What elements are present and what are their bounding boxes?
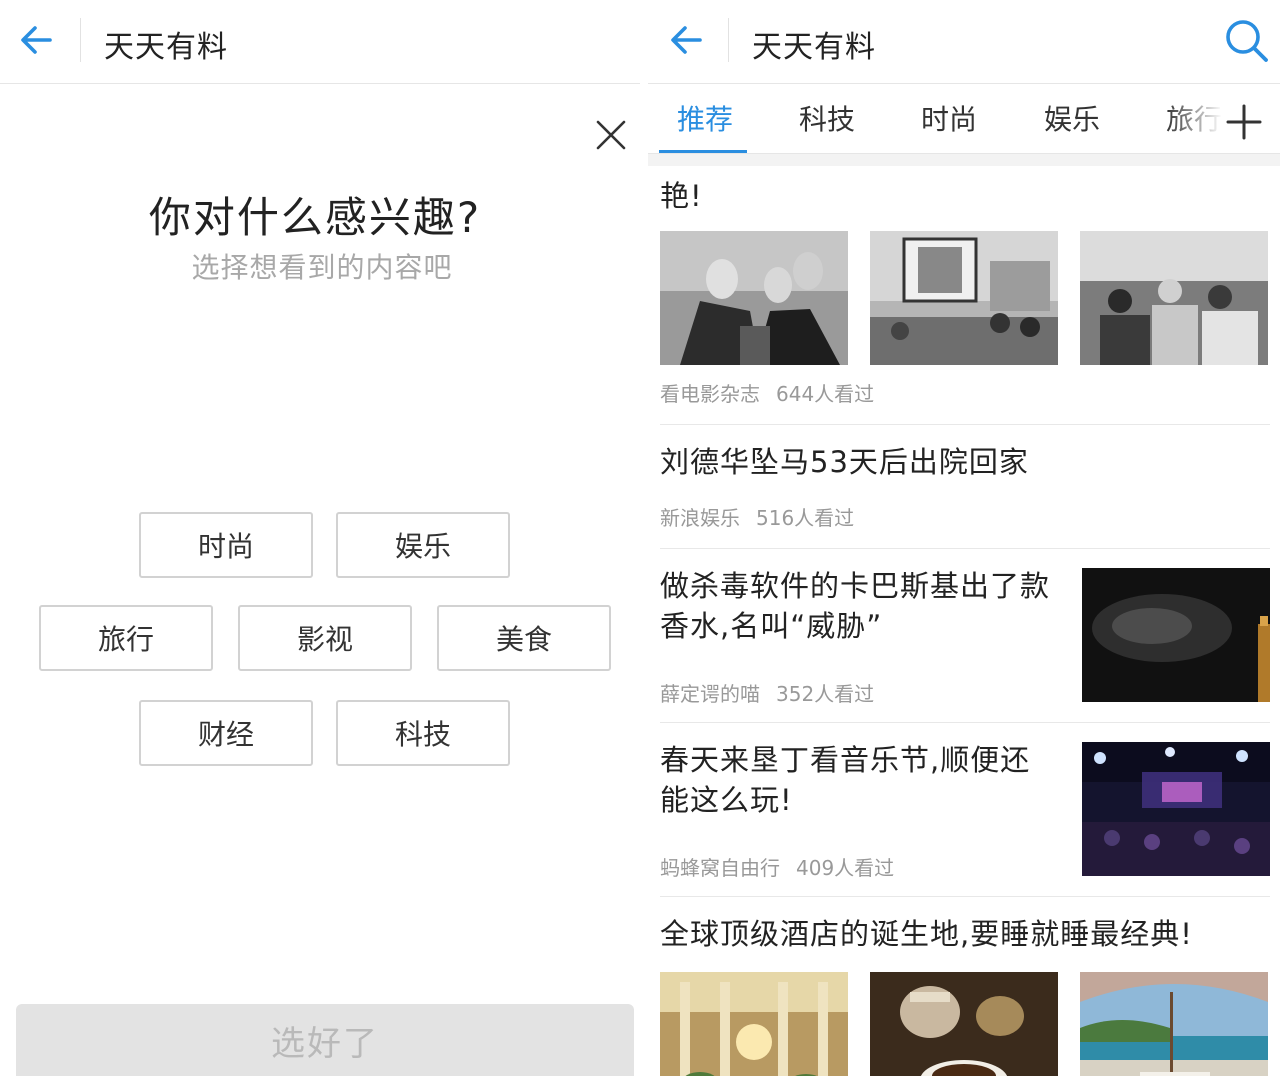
tab-shadow bbox=[648, 154, 1280, 166]
article-title-line: 香水,名叫“威胁” bbox=[660, 609, 883, 643]
tag-entertainment[interactable]: 娱乐 bbox=[336, 512, 510, 578]
close-icon[interactable] bbox=[594, 118, 628, 152]
interest-question: 你对什么感兴趣? bbox=[148, 193, 482, 242]
article-image[interactable] bbox=[1082, 742, 1270, 876]
article-meta: 新浪娱乐 516人看过 bbox=[660, 502, 854, 531]
header-divider bbox=[728, 18, 729, 62]
active-tab-indicator bbox=[659, 150, 747, 153]
article-image[interactable] bbox=[660, 972, 848, 1076]
article-title[interactable]: 全球顶级酒店的诞生地,要睡就睡最经典! bbox=[660, 914, 1193, 954]
tag-travel[interactable]: 旅行 bbox=[39, 605, 213, 671]
article-title-line: 做杀毒软件的卡巴斯基出了款 bbox=[660, 569, 1051, 603]
interest-picker-screen: 天天有料 你对什么感兴趣? 选择想看到的内容吧 时尚 娱乐 旅行 影视 美食 财… bbox=[0, 0, 640, 1076]
page-title: 天天有料 bbox=[104, 30, 228, 65]
article-image[interactable] bbox=[870, 231, 1058, 365]
article-title-line: 春天来垦丁看音乐节,顺便还 bbox=[660, 743, 1031, 777]
article-source: 看电影杂志 bbox=[660, 382, 760, 406]
plus-icon[interactable] bbox=[1224, 102, 1264, 142]
article-image[interactable] bbox=[1080, 231, 1268, 365]
article-divider bbox=[660, 896, 1270, 897]
interest-subtitle: 选择想看到的内容吧 bbox=[191, 251, 453, 284]
article-source: 蚂蜂窝自由行 bbox=[660, 856, 780, 880]
back-arrow-icon[interactable] bbox=[664, 20, 708, 60]
article-divider bbox=[660, 722, 1270, 723]
article-source: 薛定谔的喵 bbox=[660, 682, 760, 706]
confirm-button[interactable]: 选好了 bbox=[16, 1004, 634, 1076]
article-image[interactable] bbox=[1082, 568, 1270, 702]
tag-food[interactable]: 美食 bbox=[437, 605, 611, 671]
page-title: 天天有料 bbox=[752, 30, 876, 65]
article-title[interactable]: 做杀毒软件的卡巴斯基出了款 香水,名叫“威胁” bbox=[660, 566, 1050, 646]
tab-tech[interactable]: 科技 bbox=[799, 98, 855, 138]
article-image[interactable] bbox=[660, 231, 848, 365]
article-title[interactable]: 刘德华坠马53天后出院回家 bbox=[660, 442, 1029, 482]
article-source: 新浪娱乐 bbox=[660, 506, 740, 530]
header-divider bbox=[80, 18, 81, 62]
article-views: 516人看过 bbox=[756, 506, 855, 530]
tag-film-tv[interactable]: 影视 bbox=[238, 605, 412, 671]
article-meta: 蚂蜂窝自由行 409人看过 bbox=[660, 852, 894, 881]
header: 天天有料 bbox=[648, 0, 1280, 84]
tag-fashion[interactable]: 时尚 bbox=[139, 512, 313, 578]
tag-tech[interactable]: 科技 bbox=[336, 700, 510, 766]
feed-screen: 天天有料 推荐 科技 时尚 娱乐 旅行 艳! bbox=[648, 0, 1280, 1076]
article-title[interactable]: 艳! bbox=[660, 176, 703, 216]
panel-gutter bbox=[640, 0, 648, 1076]
article-views: 352人看过 bbox=[776, 682, 875, 706]
article-divider bbox=[660, 424, 1270, 425]
article-views: 409人看过 bbox=[796, 856, 895, 880]
article-meta: 看电影杂志 644人看过 bbox=[660, 378, 874, 407]
article-divider bbox=[660, 548, 1270, 549]
article-title-line: 能这么玩! bbox=[660, 783, 793, 817]
back-arrow-icon[interactable] bbox=[14, 20, 58, 60]
article-image[interactable] bbox=[1080, 972, 1268, 1076]
article-meta: 薛定谔的喵 352人看过 bbox=[660, 678, 874, 707]
tab-fashion[interactable]: 时尚 bbox=[921, 98, 977, 138]
article-image[interactable] bbox=[870, 972, 1058, 1076]
header: 天天有料 bbox=[0, 0, 640, 84]
category-tabs: 推荐 科技 时尚 娱乐 旅行 bbox=[648, 84, 1280, 154]
search-icon[interactable] bbox=[1222, 16, 1272, 66]
tab-recommended[interactable]: 推荐 bbox=[677, 98, 733, 138]
tab-entertainment[interactable]: 娱乐 bbox=[1044, 98, 1100, 138]
article-views: 644人看过 bbox=[776, 382, 875, 406]
tag-finance[interactable]: 财经 bbox=[139, 700, 313, 766]
article-title[interactable]: 春天来垦丁看音乐节,顺便还 能这么玩! bbox=[660, 740, 1030, 820]
